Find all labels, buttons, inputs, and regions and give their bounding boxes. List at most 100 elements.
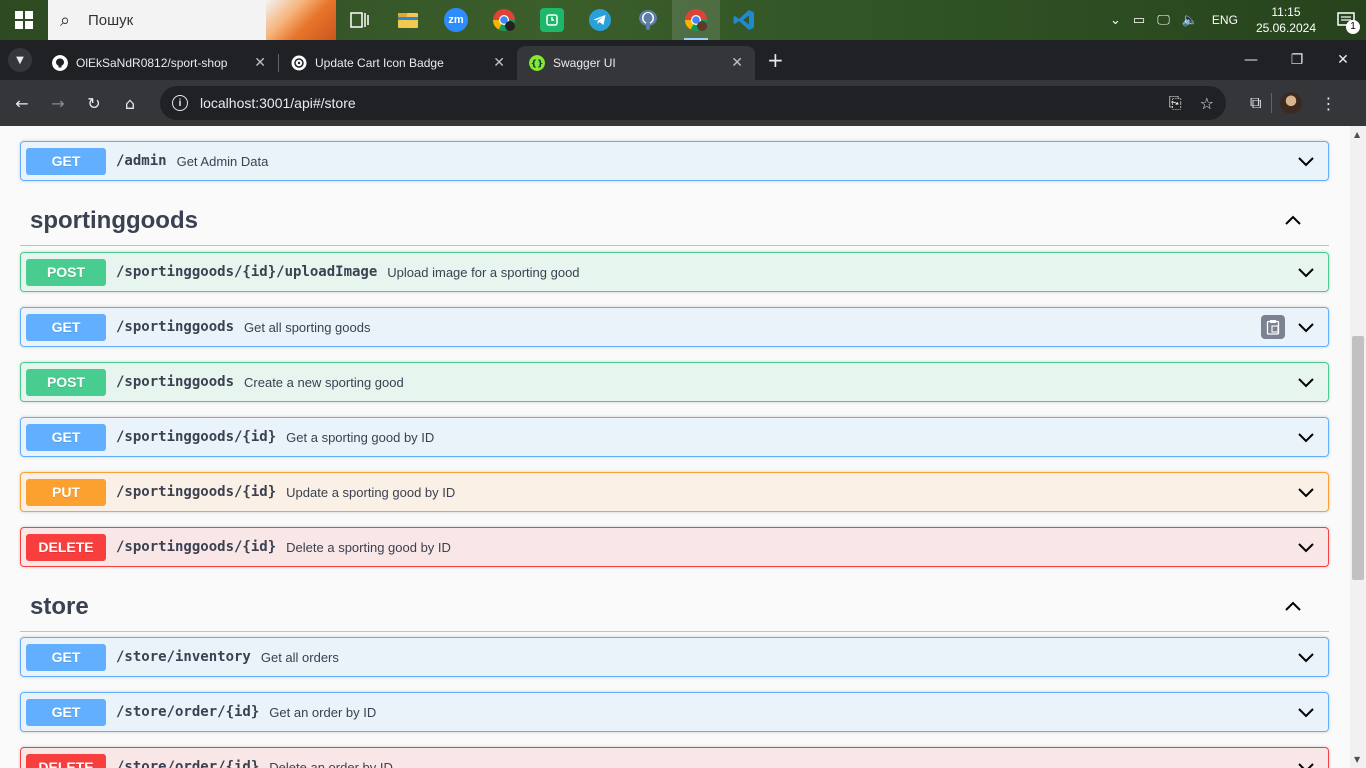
chrome-button[interactable] <box>672 0 720 40</box>
kebab-menu-icon[interactable]: ⋮ <box>1320 94 1336 113</box>
windows-icon <box>15 11 33 29</box>
method-badge: GET <box>26 313 106 341</box>
task-view-button[interactable] <box>336 0 384 40</box>
home-icon: ⌂ <box>124 93 136 113</box>
svg-text:{}: {} <box>531 60 544 70</box>
scroll-down-icon[interactable]: ▼ <box>1354 755 1360 764</box>
operation-post-sportinggoods[interactable]: POST /sportinggoods Create a new sportin… <box>20 362 1329 402</box>
operation-path: /sportinggoods/{id} <box>116 484 277 500</box>
site-info-icon[interactable]: i <box>172 95 188 111</box>
copy-to-clipboard-button[interactable] <box>1261 315 1285 339</box>
search-icon: ⌕ <box>60 9 71 31</box>
close-tab-icon[interactable]: ✕ <box>731 55 743 71</box>
zoom-icon: zm <box>444 8 468 32</box>
chevron-down-icon[interactable] <box>1296 537 1316 557</box>
method-badge: DELETE <box>26 753 106 768</box>
tag-section-sportinggoods[interactable]: sportinggoods <box>20 196 1329 246</box>
green-app-button[interactable] <box>528 0 576 40</box>
forward-button[interactable]: → <box>40 85 76 121</box>
github-icon <box>52 55 68 71</box>
restore-icon[interactable]: ❐ <box>1274 52 1320 68</box>
close-tab-icon[interactable]: ✕ <box>493 55 505 71</box>
taskbar-search[interactable]: ⌕ Пошук <box>48 0 336 40</box>
close-window-icon[interactable]: ✕ <box>1320 52 1366 68</box>
task-view-icon <box>350 12 369 28</box>
arrow-left-icon: ← <box>15 93 29 113</box>
operation-get-store-inventory[interactable]: GET /store/inventory Get all orders <box>20 637 1329 677</box>
minimize-icon[interactable]: — <box>1228 52 1274 68</box>
chevron-down-icon[interactable] <box>1296 702 1316 722</box>
operation-path: /store/inventory <box>116 649 251 665</box>
extensions-icon[interactable]: ⧉ <box>1250 93 1261 113</box>
url-text[interactable]: localhost:3001/api#/store <box>200 95 1151 111</box>
operation-summary: Get all orders <box>260 649 339 665</box>
address-bar[interactable]: i localhost:3001/api#/store ⎘ ☆ <box>160 86 1226 120</box>
vscode-button[interactable] <box>720 0 768 40</box>
back-button[interactable]: ← <box>4 85 40 121</box>
operation-put-sportinggood[interactable]: PUT /sportinggoods/{id} Update a sportin… <box>20 472 1329 512</box>
chevron-down-icon[interactable] <box>1296 151 1316 171</box>
notification-center-button[interactable]: 1 <box>1326 0 1366 40</box>
zoom-button[interactable]: zm <box>432 0 480 40</box>
operation-delete-store-order[interactable]: DELETE /store/order/{id} Delete an order… <box>20 747 1329 768</box>
operation-path: /store/order/{id} <box>116 704 260 720</box>
chevron-up-icon[interactable] <box>1283 211 1303 231</box>
chevron-down-icon[interactable] <box>1296 317 1316 337</box>
tab-github[interactable]: OlEkSaNdR0812/sport-shop ✕ <box>40 46 278 80</box>
file-explorer-button[interactable] <box>384 0 432 40</box>
operation-delete-sportinggood[interactable]: DELETE /sportinggoods/{id} Delete a spor… <box>20 527 1329 567</box>
telegram-button[interactable] <box>576 0 624 40</box>
chevron-down-icon[interactable] <box>1296 372 1316 392</box>
tab-swagger[interactable]: {} Swagger UI ✕ <box>517 46 755 80</box>
tag-title: store <box>30 592 89 620</box>
operation-get-store-order[interactable]: GET /store/order/{id} Get an order by ID <box>20 692 1329 732</box>
chevron-down-icon[interactable] <box>1296 427 1316 447</box>
chevron-down-icon[interactable] <box>1296 647 1316 667</box>
page-scrollbar[interactable]: ▲ ▼ <box>1350 126 1366 768</box>
volume-icon[interactable]: 🔈 <box>1182 13 1198 28</box>
clock[interactable]: 11:15 25.06.2024 <box>1256 4 1316 36</box>
battery-icon[interactable]: ▭ <box>1133 13 1145 28</box>
operation-path: /store/order/{id} <box>116 759 260 768</box>
postgresql-button[interactable] <box>624 0 672 40</box>
chrome-profile-button[interactable] <box>480 0 528 40</box>
method-badge: POST <box>26 368 106 396</box>
tab-title: OlEkSaNdR0812/sport-shop <box>76 56 228 70</box>
profile-avatar[interactable] <box>1280 92 1303 114</box>
operation-summary: Get an order by ID <box>269 704 377 720</box>
chevron-down-icon[interactable] <box>1296 757 1316 768</box>
chevron-down-icon[interactable] <box>1296 482 1316 502</box>
taskbar-apps: zm <box>336 0 768 40</box>
scroll-up-icon[interactable]: ▲ <box>1354 130 1360 139</box>
tab-chatgpt[interactable]: Update Cart Icon Badge ✕ <box>279 46 517 80</box>
operation-path: /sportinggoods <box>116 374 235 390</box>
tag-title: sportinggoods <box>30 206 198 234</box>
tab-search-button[interactable]: ▼ <box>8 48 32 72</box>
operation-get-sportinggoods[interactable]: GET /sportinggoods Get all sporting good… <box>20 307 1329 347</box>
translate-icon[interactable]: ⎘ <box>1169 93 1182 113</box>
home-button[interactable]: ⌂ <box>112 85 148 121</box>
toolbar-actions: ⧉ ⋮ <box>1240 92 1346 114</box>
language-indicator[interactable]: ENG <box>1212 13 1238 27</box>
reload-button[interactable]: ↻ <box>76 85 112 121</box>
bookmark-star-icon[interactable]: ☆ <box>1200 94 1214 113</box>
chevron-down-icon: ▼ <box>16 54 24 66</box>
operation-get-sportinggood-by-id[interactable]: GET /sportinggoods/{id} Get a sporting g… <box>20 417 1329 457</box>
chevron-up-icon[interactable]: ⌄ <box>1110 13 1121 28</box>
operation-post-upload-image[interactable]: POST /sportinggoods/{id}/uploadImage Upl… <box>20 252 1329 292</box>
new-tab-button[interactable]: + <box>767 48 784 72</box>
tag-section-store[interactable]: store <box>20 582 1329 632</box>
close-tab-icon[interactable]: ✕ <box>254 55 266 71</box>
operation-summary: Get Admin Data <box>176 153 269 169</box>
method-badge: PUT <box>26 478 106 506</box>
chevron-down-icon[interactable] <box>1296 262 1316 282</box>
method-badge: GET <box>26 423 106 451</box>
network-icon[interactable]: 🖵 <box>1157 13 1170 28</box>
operation-get-admin[interactable]: GET /admin Get Admin Data <box>20 141 1329 181</box>
scrollbar-thumb[interactable] <box>1352 336 1364 580</box>
tab-title: Update Cart Icon Badge <box>315 56 444 70</box>
chevron-up-icon[interactable] <box>1283 597 1303 617</box>
swagger-icon: {} <box>529 55 545 71</box>
start-button[interactable] <box>0 0 48 40</box>
green-app-icon <box>540 8 564 32</box>
